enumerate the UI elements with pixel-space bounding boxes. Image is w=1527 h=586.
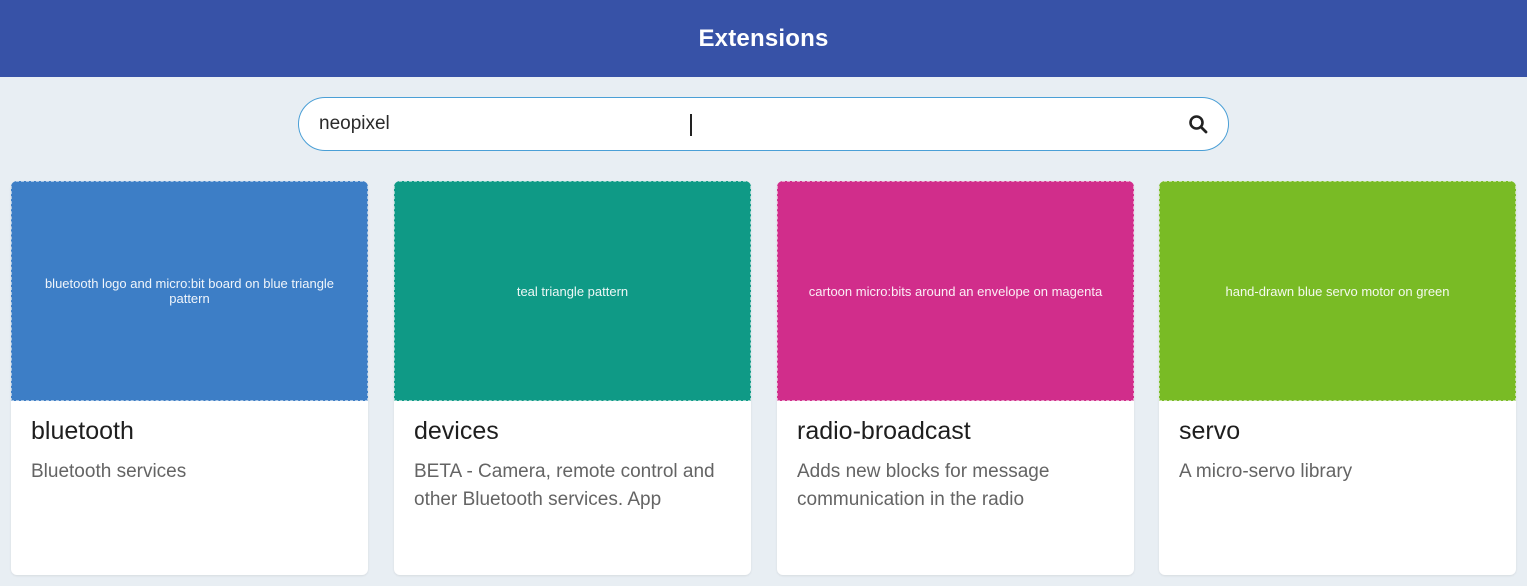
radio-broadcast-card-image-placeholder: cartoon micro:bits around an envelope on… [777,181,1134,401]
bluetooth-card-image-placeholder: bluetooth logo and micro:bit board on bl… [11,181,368,401]
card-description: Adds new blocks for message communicatio… [797,461,1050,510]
search-input[interactable] [299,98,1168,150]
page-title: Extensions [698,24,829,52]
card-title: servo [1179,417,1241,445]
extension-card-devices[interactable]: teal triangle pattern devices BETA - Cam… [394,181,751,575]
card-description: BETA - Camera, remote control and other … [414,461,715,510]
card-description: Bluetooth services [31,461,187,482]
radio-broadcast-card-image: cartoon micro:bits around an envelope on… [777,181,1134,401]
extension-card-radio-broadcast[interactable]: cartoon micro:bits around an envelope on… [777,181,1134,575]
extension-card-bluetooth[interactable]: bluetooth logo and micro:bit board on bl… [11,181,368,575]
search-bar[interactable] [298,97,1229,151]
devices-card-image: teal triangle pattern [394,181,751,401]
extensions-header: Extensions [0,0,1527,77]
card-title: radio-broadcast [797,417,971,445]
servo-card-image-placeholder: hand-drawn blue servo motor on green [1159,181,1516,401]
bluetooth-card-image: bluetooth logo and micro:bit board on bl… [11,181,368,401]
search-icon[interactable] [1168,98,1228,150]
devices-card-image-placeholder: teal triangle pattern [394,181,751,401]
card-title: devices [414,417,499,445]
card-description: A micro-servo library [1179,461,1353,482]
extension-card-servo[interactable]: hand-drawn blue servo motor on green ser… [1159,181,1516,575]
card-title: bluetooth [31,417,134,445]
text-caret [690,114,692,136]
servo-card-image: hand-drawn blue servo motor on green [1159,181,1516,401]
